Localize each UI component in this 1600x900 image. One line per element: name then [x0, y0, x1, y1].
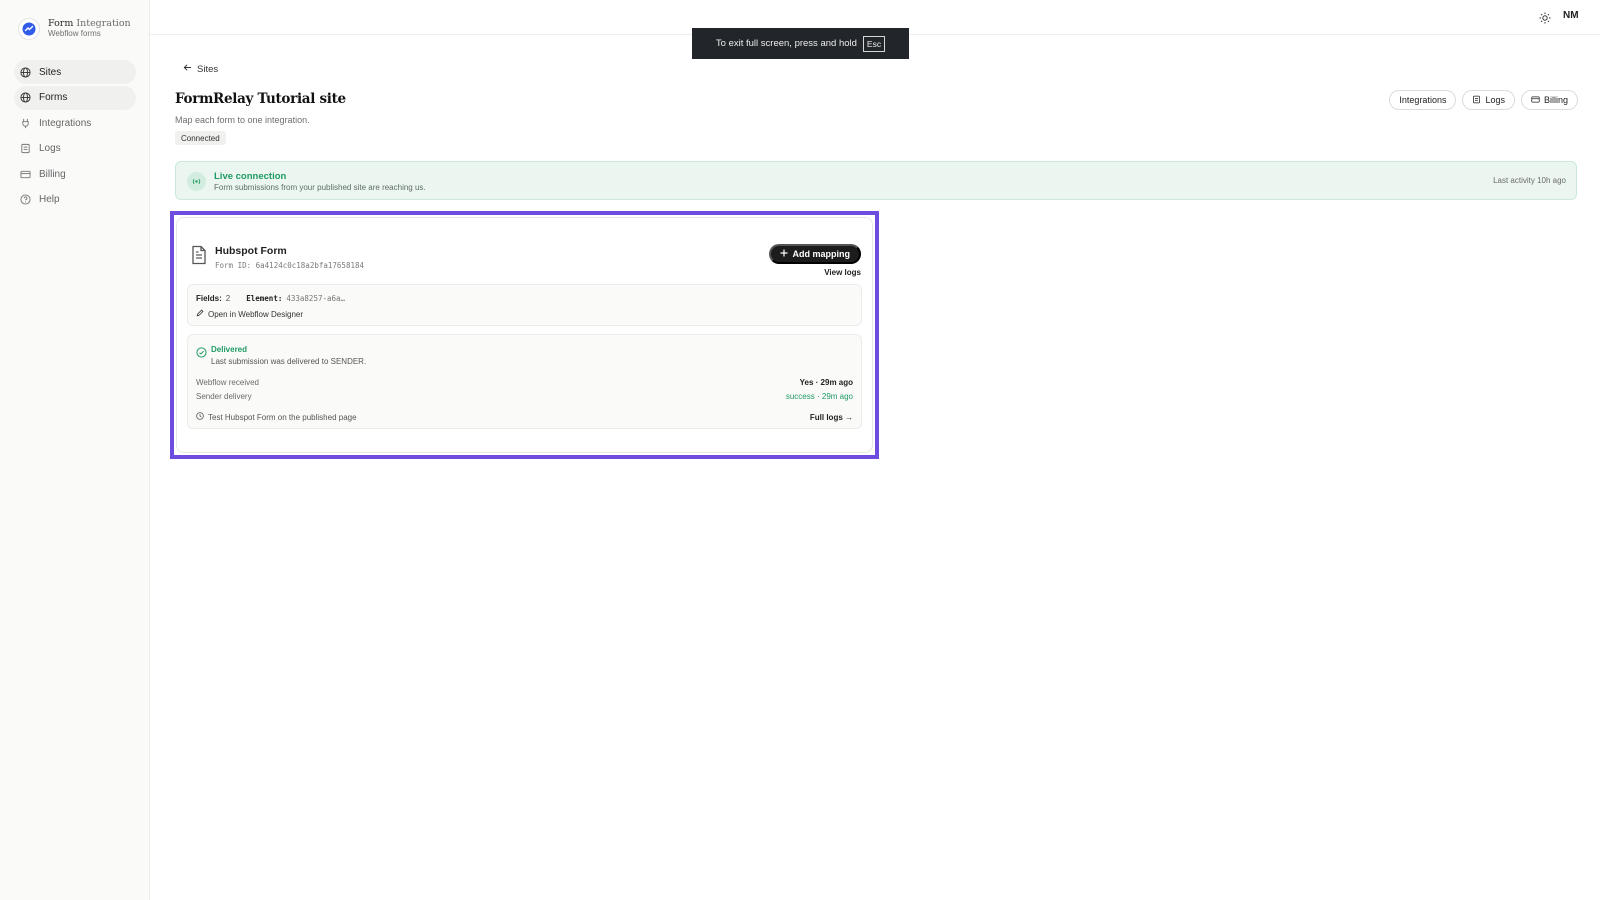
webflow-received-label: Webflow received — [196, 378, 259, 387]
globe-icon — [20, 92, 31, 103]
sidebar-item-logs[interactable]: Logs — [14, 137, 136, 161]
brand-name: Form Integration — [48, 17, 131, 29]
billing-button[interactable]: Billing — [1520, 90, 1578, 110]
element-label: Element: — [246, 294, 283, 303]
form-card: Hubspot Form Form ID: 6a4124c0c18a2bfa17… — [176, 217, 873, 453]
element-value: 433a8257-a6a… — [286, 294, 346, 303]
sidebar: Form Integration Webflow forms Sites For… — [0, 0, 150, 900]
live-title: Live connection — [214, 171, 287, 182]
billing-label: Billing — [1543, 95, 1568, 105]
fullscreen-toast: To exit full screen, press and hold Esc — [692, 28, 909, 59]
test-row: Test Hubspot Form on the published page … — [196, 412, 853, 422]
card-icon — [20, 169, 31, 180]
sender-delivery-row: Sender delivery success · 29m ago — [196, 392, 853, 401]
page-title: FormRelay Tutorial site — [175, 91, 346, 107]
open-designer-link[interactable]: Open in Webflow Designer — [196, 309, 303, 319]
integrations-button[interactable]: Integrations — [1389, 90, 1457, 110]
brand[interactable]: Form Integration Webflow forms — [18, 18, 131, 40]
logs-label: Logs — [1485, 95, 1505, 105]
sidebar-item-help[interactable]: Help — [14, 188, 136, 212]
last-activity: Last activity 10h ago — [1493, 176, 1566, 185]
sender-delivery-label: Sender delivery — [196, 392, 252, 401]
delivered-title: Delivered — [211, 345, 248, 354]
add-mapping-label: Add mapping — [792, 249, 851, 259]
page-subtitle: Map each form to one integration. — [175, 115, 310, 125]
plus-icon — [780, 249, 788, 259]
card-icon — [1531, 95, 1540, 106]
pencil-icon — [196, 309, 204, 319]
webflow-received-value: Yes · 29m ago — [799, 378, 853, 387]
scroll-icon — [20, 143, 31, 154]
back-to-sites-link[interactable]: Sites — [183, 63, 218, 75]
view-logs-link[interactable]: View logs — [824, 268, 861, 277]
sidebar-item-label: Forms — [39, 92, 68, 103]
fields-row: Fields: 2 Element: 433a8257-a6a… — [196, 294, 345, 303]
sidebar-item-billing[interactable]: Billing — [14, 162, 136, 186]
delivery-status: Delivered Last submission was delivered … — [187, 334, 862, 429]
toast-text: To exit full screen, press and hold — [715, 38, 857, 49]
live-description: Form submissions from your published sit… — [214, 183, 426, 192]
broadcast-icon — [187, 172, 206, 191]
add-mapping-button[interactable]: Add mapping — [768, 244, 861, 264]
form-meta: Fields: 2 Element: 433a8257-a6a… Open in… — [187, 284, 862, 326]
test-form-label: Test Hubspot Form on the published page — [208, 412, 357, 422]
delivered-description: Last submission was delivered to SENDER. — [211, 357, 367, 366]
form-id: Form ID: 6a4124c0c18a2bfa17658184 — [215, 261, 365, 270]
fields-value: 2 — [225, 294, 231, 303]
sidebar-nav: Sites Forms Integrations Logs Billing He… — [14, 60, 136, 213]
test-form-link[interactable]: Test Hubspot Form on the published page — [196, 412, 357, 422]
sun-icon[interactable] — [1538, 11, 1552, 25]
integrations-label: Integrations — [1399, 95, 1447, 105]
sender-delivery-value: success · 29m ago — [785, 392, 853, 401]
fields-label: Fields: — [196, 294, 222, 303]
clock-icon — [196, 412, 204, 422]
sidebar-item-label: Billing — [39, 168, 66, 180]
toast-key: Esc — [862, 35, 886, 52]
sidebar-item-label: Sites — [39, 66, 62, 78]
brand-subtitle: Webflow forms — [48, 29, 101, 39]
arrow-left-icon — [183, 63, 192, 75]
open-designer-label: Open in Webflow Designer — [208, 309, 304, 319]
sidebar-item-label: Help — [39, 194, 60, 205]
sidebar-item-forms[interactable]: Forms — [14, 85, 136, 110]
check-circle-icon — [196, 345, 207, 358]
sidebar-item-integrations[interactable]: Integrations — [14, 111, 136, 135]
sidebar-item-label: Integrations — [39, 117, 92, 129]
form-title: Hubspot Form — [215, 245, 287, 257]
webflow-received-row: Webflow received Yes · 29m ago — [196, 378, 853, 387]
scroll-icon — [1472, 95, 1481, 106]
document-icon — [190, 245, 208, 265]
sidebar-item-sites[interactable]: Sites — [14, 60, 136, 84]
help-icon — [20, 194, 31, 205]
avatar[interactable]: NM — [1563, 10, 1579, 21]
plug-icon — [20, 118, 31, 129]
globe-icon — [20, 66, 31, 78]
back-label: Sites — [197, 63, 219, 75]
status-badge: Connected — [175, 131, 226, 145]
sidebar-item-label: Logs — [39, 143, 61, 154]
full-logs-link[interactable]: Full logs → — [810, 413, 853, 422]
brand-logo-icon — [18, 18, 40, 40]
logs-button[interactable]: Logs — [1462, 90, 1515, 110]
live-connection-banner: Live connection Form submissions from yo… — [175, 161, 1577, 200]
page-actions: Integrations Logs Billing — [1389, 90, 1578, 110]
